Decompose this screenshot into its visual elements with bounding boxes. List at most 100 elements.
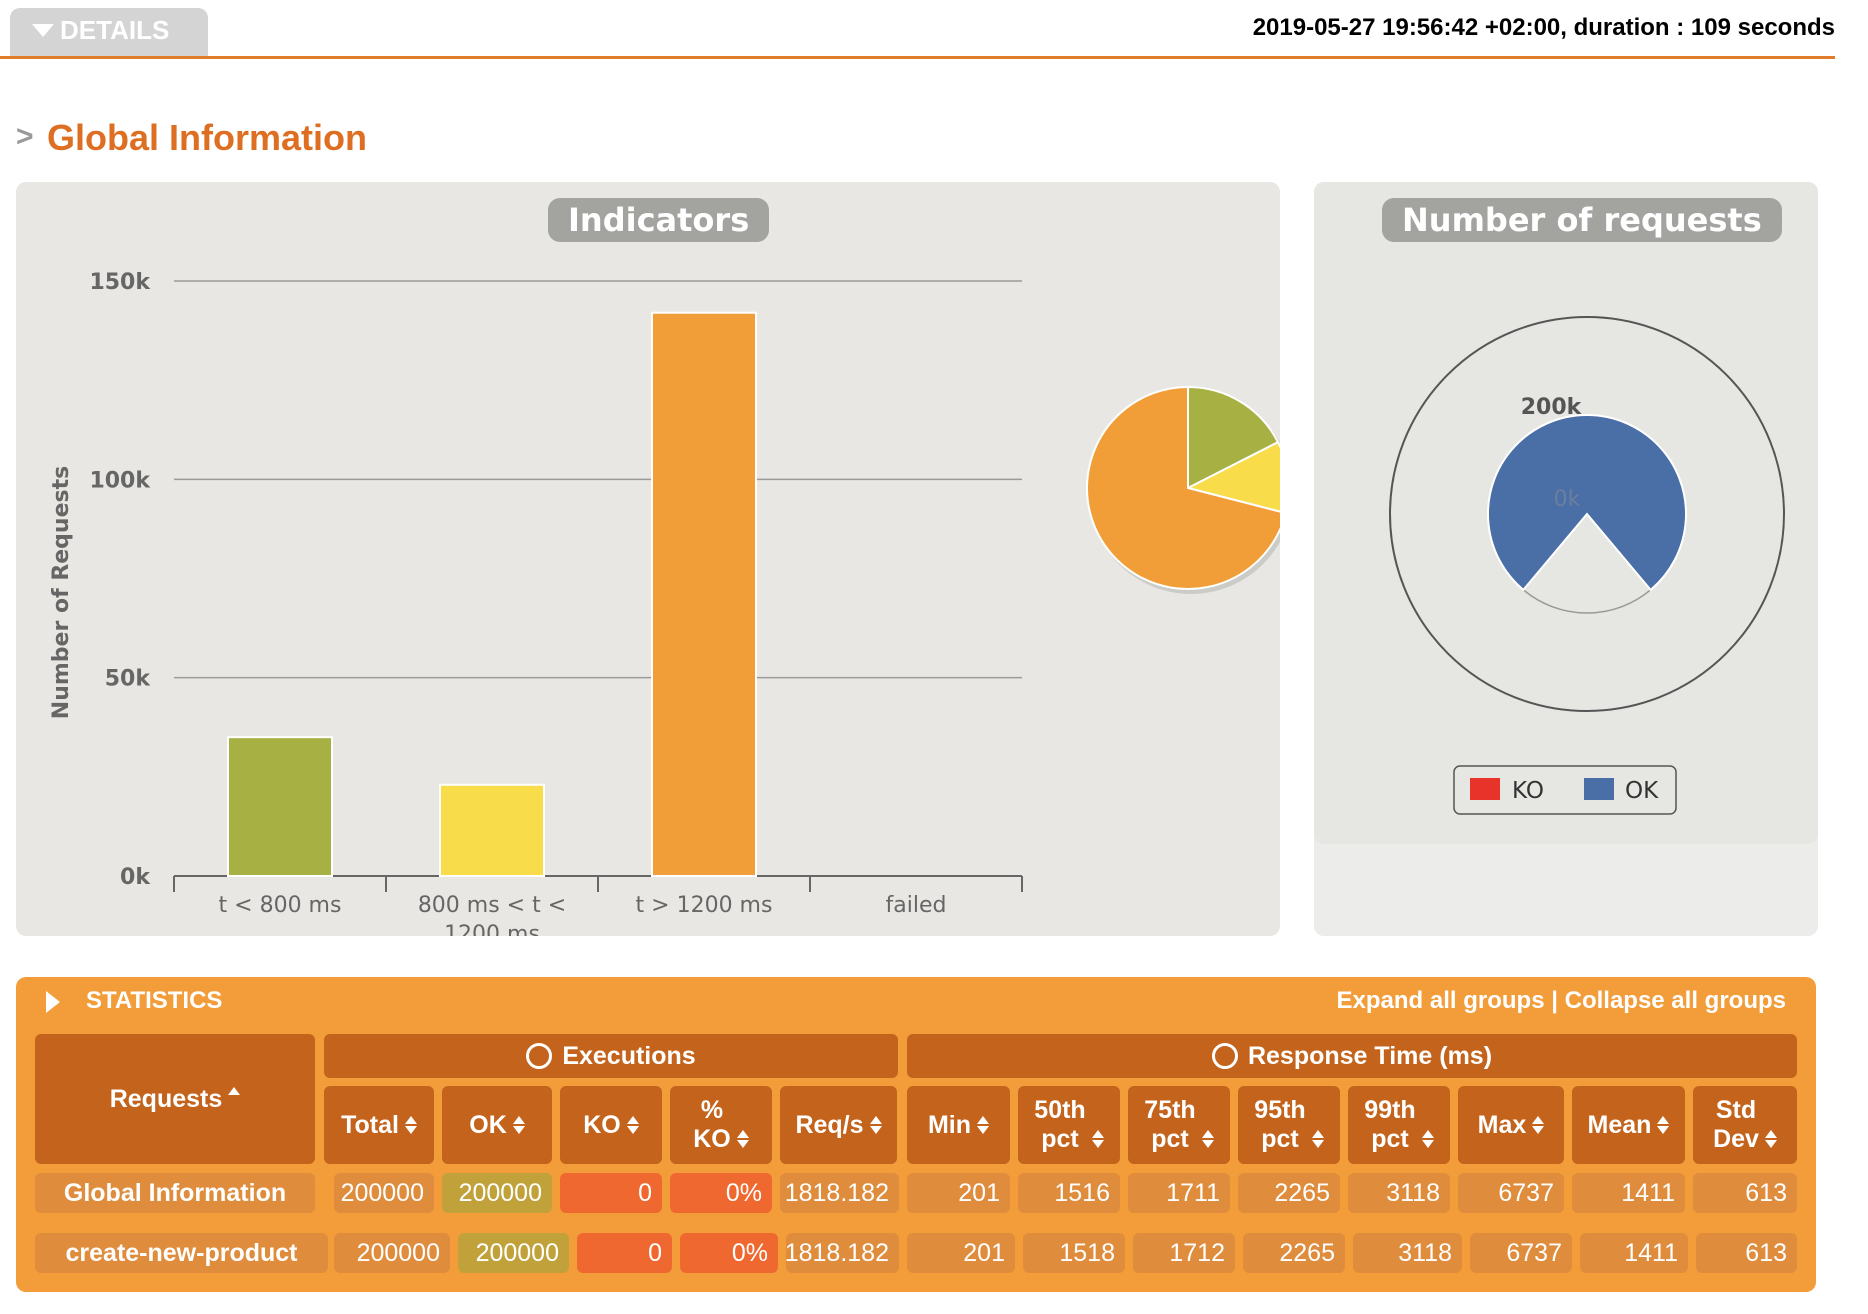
table-cell: 1411 xyxy=(1580,1233,1688,1273)
expand-all-groups-link[interactable]: Expand all groups xyxy=(1337,987,1545,1014)
table-cell: 6737 xyxy=(1458,1173,1564,1213)
column-header-label: KO xyxy=(583,1111,621,1140)
column-header-text: 95th xyxy=(1254,1096,1306,1125)
column-header-text: pct xyxy=(1151,1125,1189,1153)
response-time-header-label: Response Time (ms) xyxy=(1247,1041,1493,1070)
table-cell: 2265 xyxy=(1243,1233,1345,1273)
cell-value: 0 xyxy=(638,1178,652,1207)
column-header-ko[interactable]: KO xyxy=(560,1086,662,1164)
legend-ok-swatch xyxy=(1584,778,1614,800)
table-cell: 613 xyxy=(1696,1233,1797,1273)
gauge-center-label: 0k xyxy=(1554,487,1581,512)
run-info: 2019-05-27 19:56:42 +02:00, duration : 1… xyxy=(1252,14,1835,41)
column-header-99th-pct[interactable]: 99th pct xyxy=(1348,1086,1450,1164)
sort-icon xyxy=(1657,1116,1670,1134)
x-tick-label: t < 800 ms xyxy=(219,893,342,918)
sort-icon xyxy=(736,1130,749,1148)
legend-ko-swatch xyxy=(1470,778,1500,800)
column-header-label: 75th pct xyxy=(1144,1096,1195,1154)
response-time-group-header: Response Time (ms) xyxy=(907,1034,1797,1078)
column-header-total[interactable]: Total xyxy=(324,1086,434,1164)
column-header-min[interactable]: Min xyxy=(907,1086,1010,1164)
requests-chart: 200k 0k KO OK xyxy=(1389,316,1785,815)
statistics-panel: STATISTICS Expand all groups | Collapse … xyxy=(16,977,1816,1292)
cell-value: 0% xyxy=(725,1178,762,1207)
section-title: Global Information xyxy=(47,117,367,158)
column-header-mean[interactable]: Mean xyxy=(1572,1086,1685,1164)
refresh-icon xyxy=(526,1043,553,1069)
table-cell: 0 xyxy=(560,1173,662,1213)
column-header-text: Max xyxy=(1477,1110,1527,1139)
column-header--ko[interactable]: % KO xyxy=(670,1086,772,1164)
bar-2 xyxy=(651,311,757,877)
cell-value: 2265 xyxy=(1279,1238,1335,1267)
column-header-95th-pct[interactable]: 95th pct xyxy=(1238,1086,1340,1164)
cell-value: 2265 xyxy=(1274,1178,1330,1207)
header-divider xyxy=(0,56,1835,59)
table-cell: 3118 xyxy=(1353,1233,1462,1273)
sort-icon xyxy=(404,1116,417,1134)
cell-value: 613 xyxy=(1745,1178,1787,1207)
column-header-label: Max xyxy=(1478,1111,1527,1140)
requests-column-header[interactable]: Requests xyxy=(35,1034,315,1164)
request-name: create-new-product xyxy=(65,1238,298,1267)
cell-value: 1411 xyxy=(1624,1238,1678,1267)
table-cell: 3118 xyxy=(1348,1173,1450,1213)
table-cell: 201 xyxy=(907,1173,1010,1213)
cell-value: 6737 xyxy=(1498,1178,1554,1207)
bar-1 xyxy=(439,783,545,877)
legend-ok-label: OK xyxy=(1625,778,1659,804)
group-links: Expand all groups | Collapse all groups xyxy=(1337,987,1786,1015)
collapse-all-groups-link[interactable]: Collapse all groups xyxy=(1565,987,1786,1014)
column-header-max[interactable]: Max xyxy=(1458,1086,1564,1164)
column-header-label: 99th pct xyxy=(1364,1096,1415,1154)
table-cell: 200000 xyxy=(334,1233,450,1273)
table-cell: 6737 xyxy=(1470,1233,1572,1273)
column-header-label: 95th pct xyxy=(1254,1096,1305,1154)
column-header-std-dev[interactable]: Std Dev xyxy=(1693,1086,1797,1164)
table-cell: 200000 xyxy=(458,1233,569,1273)
column-header-text: 75th xyxy=(1144,1096,1196,1125)
x-tick-label-line2: 1200 ms xyxy=(444,922,540,936)
y-tick-label: 100k xyxy=(89,468,151,493)
details-tab[interactable]: DETAILS xyxy=(10,8,208,57)
cell-value: 6737 xyxy=(1506,1238,1562,1267)
sort-icon xyxy=(512,1116,525,1134)
column-header-text: Std xyxy=(1715,1096,1757,1125)
legend-ko-label: KO xyxy=(1512,778,1544,804)
table-cell: 1712 xyxy=(1133,1233,1235,1273)
column-header-50th-pct[interactable]: 50th pct xyxy=(1018,1086,1120,1164)
table-row-name[interactable]: Global Information xyxy=(35,1173,315,1213)
clock-icon xyxy=(1211,1043,1238,1069)
cell-value: 201 xyxy=(963,1238,1005,1267)
column-header-text: Mean xyxy=(1587,1110,1652,1139)
sort-icon xyxy=(1532,1116,1545,1134)
table-row-name[interactable]: create-new-product xyxy=(35,1233,328,1273)
caret-down-icon xyxy=(32,23,54,37)
indicators-chart: 0k 50k 100k 150k Number of Requests t < 800 m… xyxy=(49,270,1280,936)
statistics-title[interactable]: STATISTICS xyxy=(86,987,222,1015)
cell-value: 1818.182 xyxy=(784,1178,889,1207)
x-tick-label: t > 1200 ms xyxy=(636,893,773,918)
y-tick-label: 0k xyxy=(120,865,151,890)
table-cell: 1411 xyxy=(1572,1173,1685,1213)
table-cell: 1518 xyxy=(1023,1233,1125,1273)
cell-value: 613 xyxy=(1745,1238,1787,1267)
cell-value: 200000 xyxy=(356,1238,440,1267)
column-header-req-s[interactable]: Req/s xyxy=(780,1086,897,1164)
link-separator: | xyxy=(1544,987,1565,1014)
column-header-text: % xyxy=(700,1096,724,1125)
column-header-75th-pct[interactable]: 75th pct xyxy=(1128,1086,1230,1164)
column-header-text: Dev xyxy=(1713,1125,1759,1153)
column-header-text: 50th xyxy=(1034,1096,1086,1125)
column-header-label: OK xyxy=(469,1111,507,1140)
statistics-toggle-icon[interactable] xyxy=(46,991,60,1013)
table-cell: 1711 xyxy=(1128,1173,1230,1213)
column-header-ok[interactable]: OK xyxy=(442,1086,552,1164)
y-axis-label: Number of Requests xyxy=(49,466,74,719)
table-cell: 201 xyxy=(907,1233,1015,1273)
table-cell: 613 xyxy=(1693,1173,1797,1213)
column-header-text: pct xyxy=(1371,1125,1409,1153)
column-header-text: KO xyxy=(693,1125,731,1153)
sort-icon xyxy=(1764,1130,1777,1148)
